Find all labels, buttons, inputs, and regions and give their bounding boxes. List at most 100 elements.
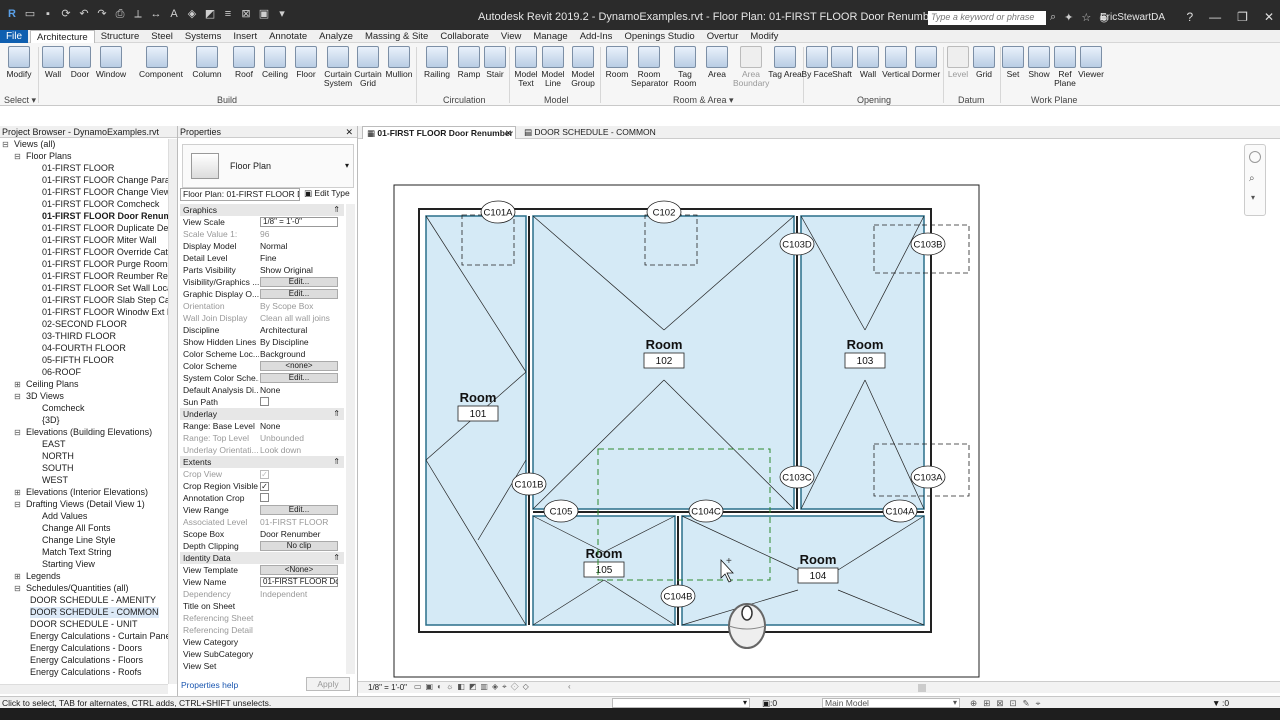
browser-horizontal-scrollbar[interactable] bbox=[0, 684, 168, 694]
tag-room-button[interactable]: Tag Room bbox=[668, 46, 702, 88]
save-icon[interactable]: ▪ bbox=[42, 8, 54, 20]
stair-button[interactable]: Stair bbox=[478, 46, 512, 79]
property-edit-button[interactable]: <none> bbox=[260, 361, 338, 371]
browser-item[interactable]: Add Values bbox=[42, 511, 87, 522]
model-group-button[interactable]: Model Group bbox=[566, 46, 600, 88]
text-icon[interactable]: A bbox=[168, 8, 180, 20]
apply-button[interactable]: Apply bbox=[306, 677, 350, 691]
collapse-icon[interactable]: ⊟ bbox=[14, 427, 21, 438]
browser-item[interactable]: ⊟ Elevations (Building Elevations) bbox=[14, 427, 152, 438]
browser-item[interactable]: ⊟ Views (all) bbox=[2, 139, 55, 150]
type-selector[interactable]: Floor Plan ▾ bbox=[182, 144, 354, 188]
expand-icon[interactable]: ⊞ bbox=[14, 379, 21, 390]
property-value[interactable]: Edit... bbox=[260, 288, 338, 299]
tab-massing-site[interactable]: Massing & Site bbox=[359, 30, 434, 44]
property-category[interactable]: Graphics ⇑ bbox=[180, 204, 344, 216]
browser-item[interactable]: 04-FOURTH FLOOR bbox=[42, 343, 126, 354]
property-value[interactable]: Edit... bbox=[260, 372, 338, 383]
door-tag-label[interactable]: C104A bbox=[885, 507, 915, 518]
property-value[interactable]: <none> bbox=[260, 360, 338, 371]
collapse-icon[interactable]: ⊟ bbox=[14, 391, 21, 402]
column-button[interactable]: Column bbox=[190, 46, 224, 79]
browser-item[interactable]: Energy Calculations - Curtain Panels bbox=[30, 631, 168, 642]
door-tag-label[interactable]: C103D bbox=[782, 240, 812, 251]
tab-collaborate[interactable]: Collaborate bbox=[434, 30, 495, 44]
railing-button[interactable]: Railing bbox=[420, 46, 454, 79]
properties-scrollbar[interactable] bbox=[346, 204, 355, 674]
browser-item[interactable]: DOOR SCHEDULE - UNIT bbox=[30, 619, 138, 630]
browser-item[interactable]: 06-ROOF bbox=[42, 367, 81, 378]
redo-icon[interactable]: ↷ bbox=[96, 8, 108, 20]
property-checkbox[interactable]: ✓ bbox=[260, 482, 269, 491]
close-hidden-icon[interactable]: ⊠ bbox=[240, 8, 252, 20]
browser-item[interactable]: 01-FIRST FLOOR Duplicate Depend bbox=[42, 223, 168, 234]
expand-icon[interactable]: ⊞ bbox=[14, 487, 21, 498]
property-value[interactable]: No clip bbox=[260, 540, 338, 551]
browser-item[interactable]: 01-FIRST FLOOR Change Paramete bbox=[42, 175, 168, 186]
browser-item[interactable]: Energy Calculations - Doors bbox=[30, 643, 142, 654]
dormer-button[interactable]: Dormer bbox=[909, 46, 943, 79]
expand-icon[interactable]: ⊞ bbox=[14, 571, 21, 582]
door-tag-label[interactable]: C101B bbox=[514, 480, 543, 491]
door-tag-label[interactable]: C103B bbox=[913, 240, 942, 251]
property-value[interactable]: ✓ bbox=[260, 480, 338, 492]
browser-item[interactable]: 01-FIRST FLOOR Slab Step Calculat bbox=[42, 295, 168, 306]
browser-item[interactable]: DOOR SCHEDULE - COMMON bbox=[30, 607, 159, 618]
binoculars-icon[interactable]: ⌕ bbox=[1050, 11, 1056, 24]
property-edit-button[interactable]: No clip bbox=[260, 541, 338, 551]
door-tag-label[interactable]: C102 bbox=[653, 208, 676, 219]
edit-type-button[interactable]: ▣ Edit Type bbox=[304, 188, 350, 199]
thin-lines-icon[interactable]: ≡ bbox=[222, 8, 234, 20]
property-category[interactable]: Identity Data ⇑ bbox=[180, 552, 344, 564]
user-account[interactable]: EricStewartDA bbox=[1100, 12, 1165, 23]
browser-item[interactable]: 01-FIRST FLOOR Override Categor bbox=[42, 247, 168, 258]
property-value[interactable]: None bbox=[260, 420, 338, 432]
steering-wheel-icon[interactable] bbox=[1249, 151, 1261, 163]
browser-item[interactable]: 01-FIRST FLOOR Change View Nam bbox=[42, 187, 168, 198]
property-value[interactable]: Door Renumber bbox=[260, 528, 338, 540]
viewer-button[interactable]: Viewer bbox=[1074, 46, 1108, 79]
close-properties-icon[interactable]: ✕ bbox=[345, 126, 353, 138]
property-value[interactable]: Edit... bbox=[260, 504, 338, 515]
scroll-left-icon[interactable]: ‹ bbox=[568, 682, 571, 691]
room-number-label[interactable]: 103 bbox=[857, 356, 874, 367]
tab-annotate[interactable]: Annotate bbox=[263, 30, 313, 44]
property-edit-button[interactable]: Edit... bbox=[260, 373, 338, 383]
property-edit-button[interactable]: Edit... bbox=[260, 505, 338, 515]
tab-manage[interactable]: Manage bbox=[527, 30, 573, 44]
door-tag-label[interactable]: C104B bbox=[663, 592, 692, 603]
collapse-icon[interactable]: ⊟ bbox=[14, 499, 21, 510]
chevron-down-icon[interactable]: ▾ bbox=[345, 161, 349, 170]
measure-icon[interactable]: ⟂ bbox=[132, 8, 144, 20]
roof-button[interactable]: Roof bbox=[227, 46, 261, 79]
browser-item[interactable]: 01-FIRST FLOOR Purge Rooms bbox=[42, 259, 168, 270]
room-separator-button[interactable]: Room Separator bbox=[631, 46, 668, 88]
panel-label-select[interactable]: Select ▾ bbox=[4, 95, 36, 106]
browser-item[interactable]: ⊟ Drafting Views (Detail View 1) bbox=[14, 499, 145, 510]
browser-item[interactable]: 05-FIFTH FLOOR bbox=[42, 355, 114, 366]
property-value[interactable]: Background bbox=[260, 348, 338, 360]
view-hscroll-thumb[interactable] bbox=[918, 684, 926, 692]
browser-item[interactable]: 01-FIRST FLOOR Reumber Residne bbox=[42, 271, 168, 282]
tab-architecture[interactable]: Architecture bbox=[30, 30, 95, 44]
file-menu-button[interactable]: File bbox=[0, 30, 28, 43]
room-number-label[interactable]: 102 bbox=[656, 356, 673, 367]
floor-button[interactable]: Floor bbox=[289, 46, 323, 79]
floor-plan-canvas[interactable]: Room101Room102Room103Room104Room105 C101… bbox=[358, 140, 1270, 680]
window-button[interactable]: Window bbox=[94, 46, 128, 79]
property-edit-button[interactable]: Edit... bbox=[260, 289, 338, 299]
revit-logo-icon[interactable]: R bbox=[6, 8, 18, 20]
property-value[interactable]: Show Original bbox=[260, 264, 338, 276]
property-value[interactable]: None bbox=[260, 384, 338, 396]
room-number-label[interactable]: 101 bbox=[470, 409, 487, 420]
door-tag-label[interactable]: C103C bbox=[782, 473, 812, 484]
tab-systems[interactable]: Systems bbox=[179, 30, 227, 44]
browser-item[interactable]: 03-THIRD FLOOR bbox=[42, 331, 116, 342]
tag-area-button[interactable]: Tag Area bbox=[768, 46, 802, 79]
room-name-label[interactable]: Room bbox=[586, 546, 623, 561]
help-search-input[interactable]: Type a keyword or phrase bbox=[928, 11, 1046, 25]
door-tag-label[interactable]: C105 bbox=[550, 507, 573, 518]
undo-icon[interactable]: ↶ bbox=[78, 8, 90, 20]
collapse-icon[interactable]: ⊟ bbox=[2, 139, 9, 150]
browser-item[interactable]: ⊞ Elevations (Interior Elevations) bbox=[14, 487, 148, 498]
